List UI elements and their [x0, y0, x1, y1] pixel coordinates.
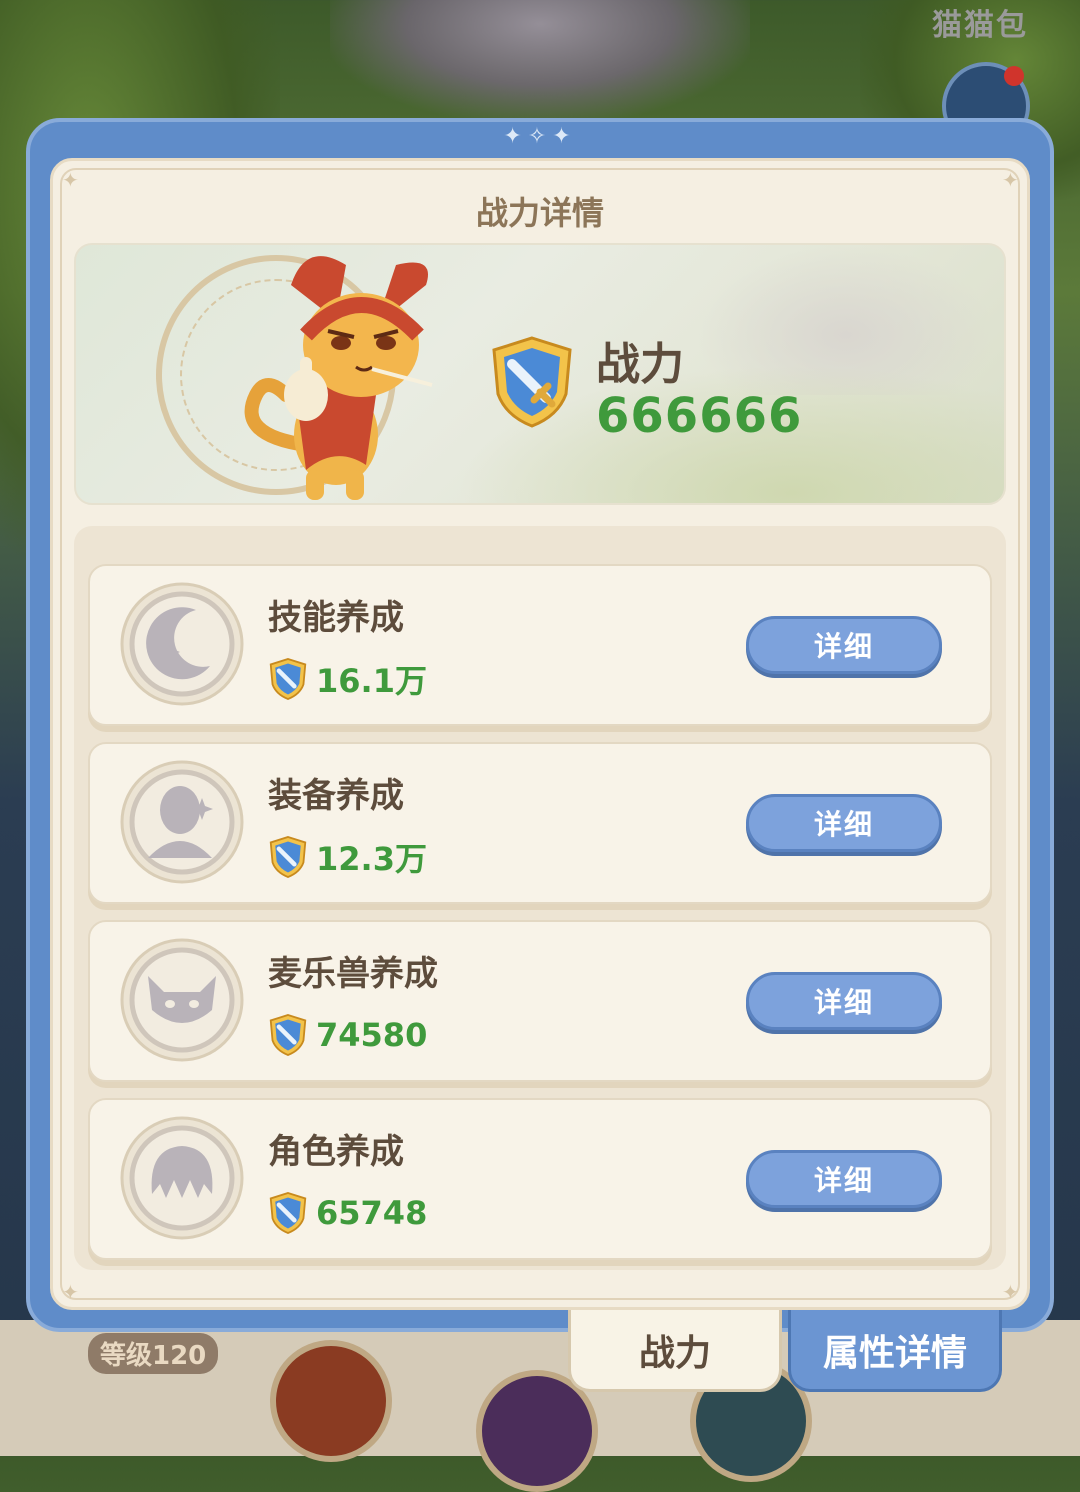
background-character [330, 0, 750, 120]
list-item-skill: 技能养成 16.1万 详细 [88, 564, 992, 726]
detail-button[interactable]: 详细 [746, 1150, 942, 1208]
power-label: 战力 [596, 339, 684, 390]
dialog-title: 战力详情 [475, 194, 604, 232]
power-value: 666666 [596, 388, 803, 444]
bag-label[interactable]: 猫猫包 [932, 0, 1028, 44]
item-power: 16.1万 [268, 656, 427, 702]
item-power-value: 65748 [316, 1194, 428, 1232]
power-shield-icon [269, 658, 307, 700]
item-power-value: 74580 [316, 1016, 428, 1054]
list-item-character: 角色养成 65748 详细 [88, 1098, 992, 1260]
list-item-equipment: 装备养成 12.3万 详细 [88, 742, 992, 904]
power-shield-icon [269, 836, 307, 878]
item-power-value: 16.1万 [316, 662, 427, 700]
level-badge: 等级120 [88, 1333, 219, 1374]
skill-slot[interactable] [270, 1340, 392, 1462]
decoration-sparkle-icon: ✦✧✦ [503, 124, 577, 149]
moon-star-icon [120, 582, 244, 706]
power-shield-icon [492, 336, 572, 428]
breakdown-list[interactable]: 技能养成 16.1万 详细 装备养成 12.3万 详细 麦乐兽养成 74580 … [74, 526, 1006, 1270]
detail-button[interactable]: 详细 [746, 794, 942, 852]
tab-attribute-details[interactable]: 属性详情 [788, 1310, 1002, 1392]
item-power: 12.3万 [268, 834, 427, 880]
fox-face-icon [120, 938, 244, 1062]
power-shield-icon [269, 1014, 307, 1056]
tab-power[interactable]: 战力 [568, 1310, 782, 1392]
hooded-figure-icon [120, 760, 244, 884]
corner-ornament-icon: ✦ [1002, 1280, 1019, 1304]
list-item-pet: 麦乐兽养成 74580 详细 [88, 920, 992, 1082]
detail-button[interactable]: 详细 [746, 972, 942, 1030]
cat-mascot-icon [244, 256, 433, 500]
detail-button[interactable]: 详细 [746, 616, 942, 674]
notification-dot [1004, 66, 1024, 86]
corner-ornament-icon: ✦ [62, 1280, 79, 1304]
item-power: 65748 [268, 1190, 427, 1236]
item-name: 技能养成 [268, 598, 404, 638]
character-hair-icon [120, 1116, 244, 1240]
item-power: 74580 [268, 1012, 427, 1058]
item-name: 角色养成 [268, 1132, 404, 1172]
item-name: 装备养成 [268, 776, 404, 816]
item-name: 麦乐兽养成 [268, 954, 438, 994]
power-shield-icon [269, 1192, 307, 1234]
item-power-value: 12.3万 [316, 840, 427, 878]
